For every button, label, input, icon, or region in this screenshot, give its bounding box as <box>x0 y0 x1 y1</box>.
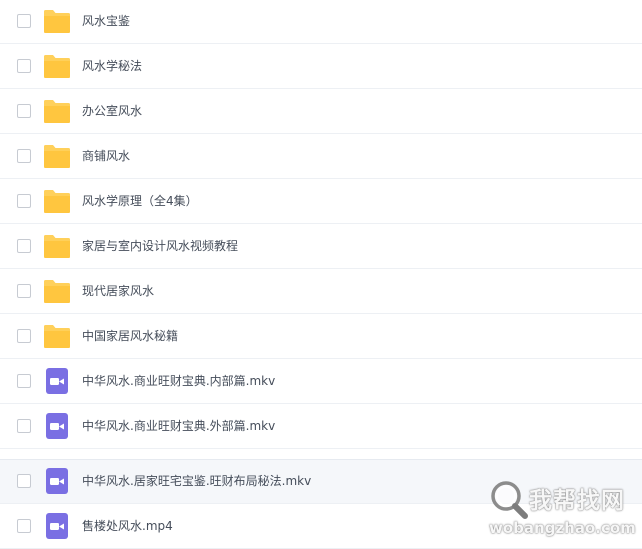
folder-icon <box>44 190 70 213</box>
file-row[interactable]: 中华风水.商业旺财宝典.内部篇.mkv <box>0 359 642 404</box>
row-checkbox[interactable] <box>17 519 31 533</box>
row-checkbox[interactable] <box>17 329 31 343</box>
file-row[interactable]: 家居与室内设计风水视频教程 <box>0 224 642 269</box>
file-name[interactable]: 风水宝鉴 <box>82 0 130 43</box>
watermark: 我帮找网 wobangzhao.com <box>487 478 639 544</box>
watermark-url: wobangzhao.com <box>489 519 636 537</box>
file-row[interactable]: 办公室风水 <box>0 89 642 134</box>
file-name[interactable]: 中国家居风水秘籍 <box>82 314 178 358</box>
folder-icon <box>44 325 70 348</box>
file-name[interactable]: 中华风水.商业旺财宝典.外部篇.mkv <box>82 404 275 448</box>
row-checkbox[interactable] <box>17 104 31 118</box>
row-checkbox[interactable] <box>17 284 31 298</box>
file-row[interactable]: 风水学原理（全4集） <box>0 179 642 224</box>
file-name[interactable]: 商铺风水 <box>82 134 130 178</box>
file-name[interactable]: 办公室风水 <box>82 89 142 133</box>
folder-icon <box>44 10 70 33</box>
row-checkbox[interactable] <box>17 419 31 433</box>
file-name[interactable]: 风水学原理（全4集） <box>82 179 198 223</box>
folder-icon <box>44 280 70 303</box>
folder-icon <box>44 55 70 78</box>
row-checkbox[interactable] <box>17 14 31 28</box>
watermark-title: 我帮找网 <box>529 488 625 514</box>
file-row[interactable]: 现代居家风水 <box>0 269 642 314</box>
row-checkbox[interactable] <box>17 194 31 208</box>
row-checkbox[interactable] <box>17 374 31 388</box>
video-file-icon <box>46 368 68 394</box>
magnifier-icon <box>491 481 528 519</box>
file-name[interactable]: 家居与室内设计风水视频教程 <box>82 224 238 268</box>
video-file-icon <box>46 413 68 439</box>
folder-icon <box>44 145 70 168</box>
folder-icon <box>44 235 70 258</box>
row-checkbox[interactable] <box>17 239 31 253</box>
file-row[interactable]: 风水学秘法 <box>0 44 642 89</box>
video-file-icon <box>46 513 68 539</box>
folder-icon <box>44 100 70 123</box>
file-row[interactable]: 中华风水.商业旺财宝典.外部篇.mkv <box>0 404 642 449</box>
file-name[interactable]: 中华风水.居家旺宅宝鉴.旺财布局秘法.mkv <box>82 459 311 503</box>
file-name[interactable]: 风水学秘法 <box>82 44 142 88</box>
row-checkbox[interactable] <box>17 59 31 73</box>
file-name[interactable]: 现代居家风水 <box>82 269 154 313</box>
file-name[interactable]: 中华风水.商业旺财宝典.内部篇.mkv <box>82 359 275 403</box>
file-row[interactable]: 风水宝鉴 <box>0 0 642 44</box>
file-row[interactable]: 商铺风水 <box>0 134 642 179</box>
row-checkbox[interactable] <box>17 149 31 163</box>
file-row[interactable]: 中国家居风水秘籍 <box>0 314 642 359</box>
video-file-icon <box>46 468 68 494</box>
file-list: 风水宝鉴 风水学秘法 办公室风水 商铺风水 风水学原理（全4集） 家居与室内设计… <box>0 0 642 549</box>
row-checkbox[interactable] <box>17 474 31 488</box>
file-name[interactable]: 售楼处风水.mp4 <box>82 504 173 548</box>
